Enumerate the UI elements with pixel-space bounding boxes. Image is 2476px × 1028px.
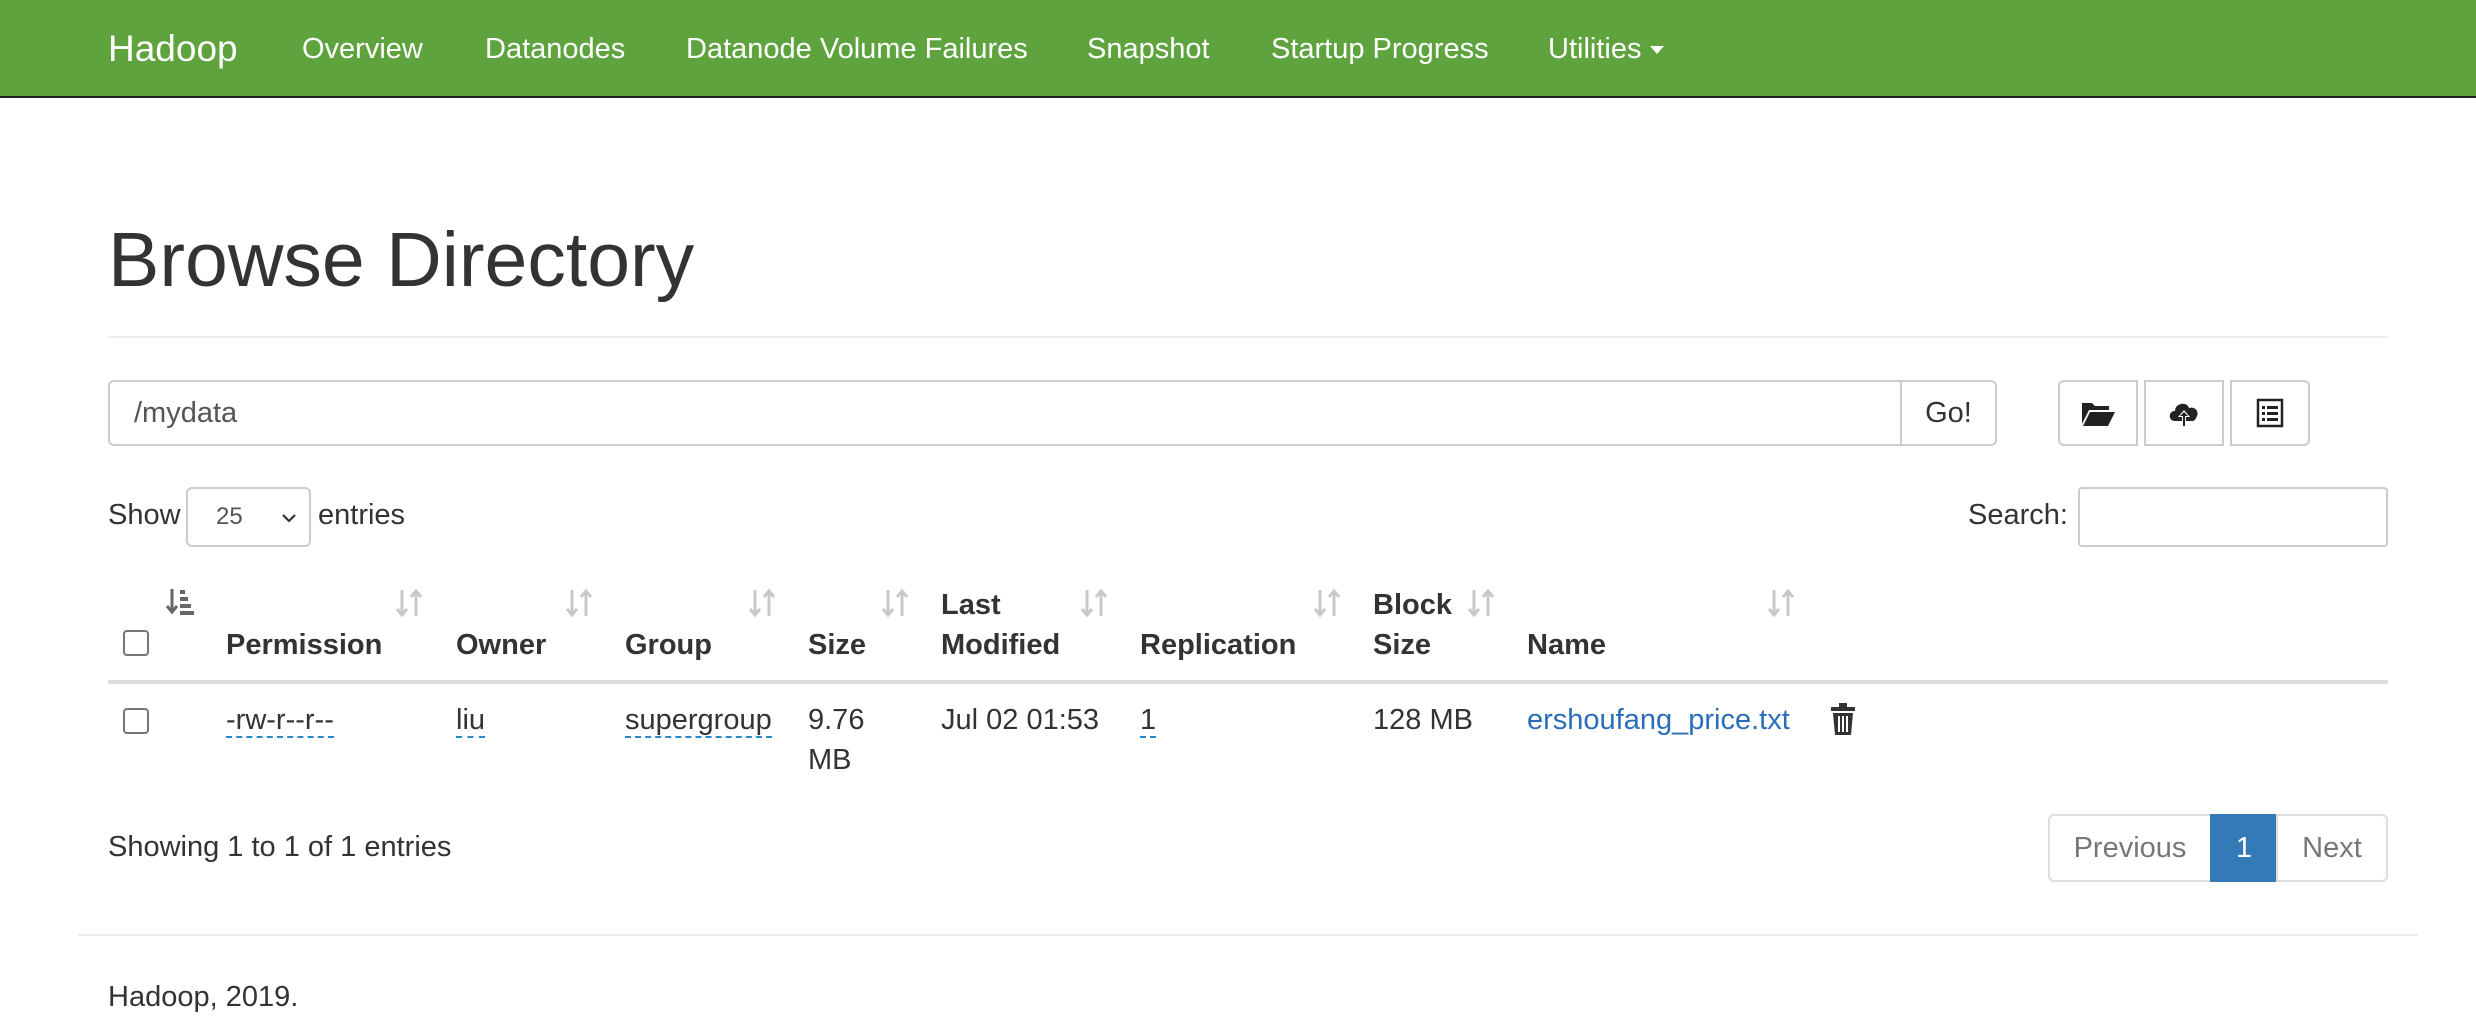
cloud-upload-icon bbox=[2169, 403, 2198, 427]
group-value[interactable]: supergroup bbox=[625, 704, 772, 738]
entries-per-page-select[interactable]: 25 bbox=[186, 487, 311, 547]
cell-name[interactable]: ershoufang_price.txt bbox=[1527, 700, 1790, 740]
search-label: Search: bbox=[1968, 499, 2068, 531]
cell-last-modified: Jul 02 01:53 bbox=[941, 704, 1100, 736]
select-all-checkbox[interactable] bbox=[123, 630, 149, 656]
cell-group[interactable]: supergroup bbox=[625, 700, 772, 740]
nav-startup-progress[interactable]: Startup Progress bbox=[1271, 0, 1489, 98]
sort-both-icon[interactable] bbox=[1311, 587, 1343, 619]
col-header-permission[interactable]: Permission bbox=[226, 625, 382, 665]
col-header-block-size-line2: Size bbox=[1373, 629, 1432, 661]
entries-label: entries bbox=[318, 499, 406, 531]
table-header-divider bbox=[108, 680, 2388, 684]
col-header-replication[interactable]: Replication bbox=[1140, 625, 1296, 665]
col-header-block-size-line1: Block bbox=[1373, 589, 1452, 621]
cell-owner[interactable]: liu bbox=[456, 700, 486, 740]
directory-path-input[interactable] bbox=[108, 380, 1902, 446]
caret-down-icon bbox=[1650, 46, 1665, 55]
page-1-button[interactable]: 1 bbox=[2210, 814, 2278, 882]
trash-icon[interactable] bbox=[1830, 702, 1856, 736]
go-button[interactable]: Go! bbox=[1900, 380, 1997, 446]
title-divider bbox=[108, 336, 2388, 338]
previous-page-button[interactable]: Previous bbox=[2048, 814, 2212, 882]
entries-per-page-value: 25 bbox=[216, 503, 243, 530]
replication-value[interactable]: 1 bbox=[1140, 704, 1157, 738]
top-navbar: Hadoop Overview Datanodes Datanode Volum… bbox=[0, 0, 2476, 98]
nav-utilities-label: Utilities bbox=[1548, 33, 1642, 65]
page-title: Browse Directory bbox=[108, 217, 695, 303]
nav-datanode-volume-failures[interactable]: Datanode Volume Failures bbox=[686, 0, 1028, 98]
cell-replication[interactable]: 1 bbox=[1140, 700, 1157, 740]
col-header-group[interactable]: Group bbox=[625, 625, 712, 665]
cell-size: 9.76 MB bbox=[808, 700, 864, 780]
brand-link[interactable]: Hadoop bbox=[108, 0, 238, 98]
sort-both-icon[interactable] bbox=[1078, 587, 1110, 619]
sort-both-icon[interactable] bbox=[1765, 587, 1797, 619]
upload-file-button[interactable] bbox=[2144, 380, 2224, 446]
sort-both-icon[interactable] bbox=[563, 587, 595, 619]
search-input[interactable] bbox=[2078, 487, 2388, 547]
chevron-down-icon bbox=[282, 514, 296, 523]
cell-block-size: 128 MB bbox=[1373, 704, 1473, 736]
col-header-size[interactable]: Size bbox=[808, 625, 866, 665]
col-header-name[interactable]: Name bbox=[1527, 625, 1606, 665]
table-info: Showing 1 to 1 of 1 entries bbox=[108, 831, 452, 863]
nav-datanodes[interactable]: Datanodes bbox=[485, 0, 625, 98]
col-header-last-modified-line1: Last bbox=[941, 589, 1001, 621]
col-header-owner[interactable]: Owner bbox=[456, 625, 546, 665]
show-label: Show bbox=[108, 499, 181, 531]
size-unit: MB bbox=[808, 744, 852, 776]
col-header-last-modified-line2: Modified bbox=[941, 629, 1061, 661]
nav-overview[interactable]: Overview bbox=[302, 0, 423, 98]
nav-snapshot[interactable]: Snapshot bbox=[1087, 0, 1210, 98]
sort-both-icon[interactable] bbox=[879, 587, 911, 619]
footer-copyright: Hadoop, 2019. bbox=[108, 981, 299, 1013]
create-directory-button[interactable] bbox=[2058, 380, 2138, 446]
row-select-checkbox[interactable] bbox=[123, 708, 149, 734]
sort-both-icon[interactable] bbox=[393, 587, 425, 619]
list-icon bbox=[2256, 398, 2284, 428]
file-name-link[interactable]: ershoufang_price.txt bbox=[1527, 704, 1790, 736]
col-header-block-size[interactable]: Block Size bbox=[1373, 585, 1452, 665]
owner-value[interactable]: liu bbox=[456, 704, 486, 738]
nav-utilities-dropdown[interactable]: Utilities bbox=[1548, 0, 1665, 98]
sort-both-icon[interactable] bbox=[746, 587, 778, 619]
cut-paste-button[interactable] bbox=[2230, 380, 2310, 446]
cell-permission[interactable]: -rw-r--r-- bbox=[226, 700, 334, 740]
sort-both-icon[interactable] bbox=[1465, 587, 1497, 619]
next-page-button[interactable]: Next bbox=[2276, 814, 2388, 882]
permission-value[interactable]: -rw-r--r-- bbox=[226, 704, 334, 738]
sort-ascending-icon[interactable] bbox=[165, 587, 197, 617]
footer-divider bbox=[78, 934, 2418, 936]
col-header-last-modified[interactable]: Last Modified bbox=[941, 585, 1060, 665]
folder-open-icon bbox=[2082, 403, 2115, 426]
size-value: 9.76 bbox=[808, 704, 865, 736]
